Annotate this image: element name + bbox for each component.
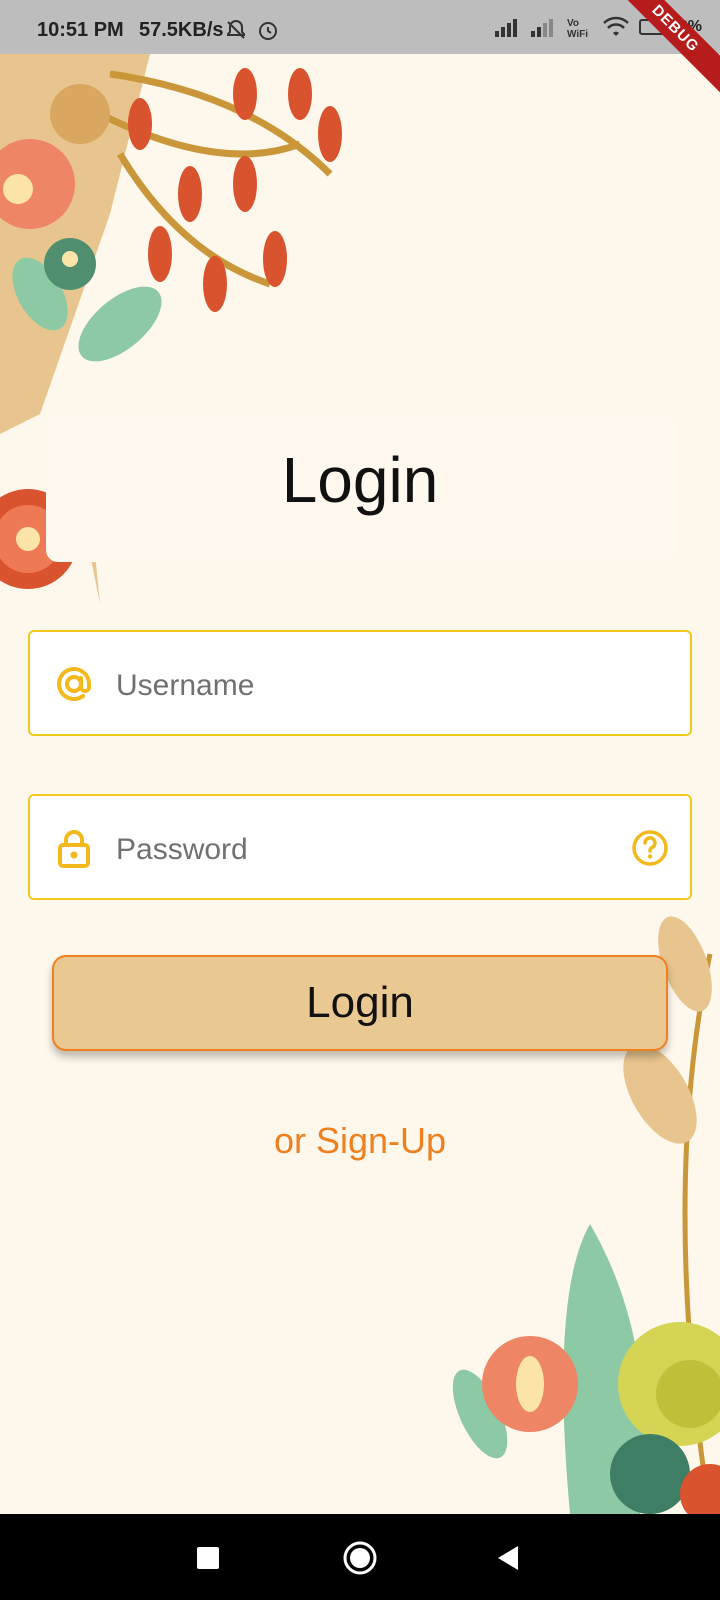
svg-text:WiFi: WiFi [567, 29, 588, 38]
home-button[interactable] [340, 1538, 380, 1578]
status-left-icons [224, 18, 280, 42]
status-network-speed: 57.5KB/s [139, 19, 224, 41]
status-time: 10:51 PM [37, 19, 124, 41]
svg-text:Vo: Vo [567, 18, 579, 29]
lock-icon [58, 830, 90, 868]
at-icon [57, 667, 91, 701]
login-screen [0, 54, 720, 1514]
floral-decoration-top [0, 54, 342, 604]
back-button[interactable] [488, 1538, 528, 1578]
password-input[interactable] [114, 824, 618, 876]
vowifi-icon: VoWiFi [567, 18, 588, 38]
signal-icon-2 [530, 19, 553, 37]
signup-link[interactable]: or Sign-Up [0, 1120, 720, 1162]
question-icon[interactable] [630, 828, 670, 868]
mute-notification-icon [227, 19, 245, 39]
recents-button[interactable] [188, 1538, 228, 1578]
username-input[interactable] [114, 660, 618, 712]
page-title: Login [281, 444, 439, 516]
signal-icon [494, 19, 517, 37]
wifi-icon [602, 16, 629, 36]
password-field[interactable] [28, 794, 692, 900]
alarm-icon [259, 22, 277, 40]
login-button[interactable]: Login [52, 955, 668, 1051]
navigation-bar [0, 1514, 720, 1600]
status-bar: 10:51 PM 57.5KB/s VoWiFi 3% DEBUG [0, 0, 720, 99]
username-field[interactable] [28, 630, 692, 736]
